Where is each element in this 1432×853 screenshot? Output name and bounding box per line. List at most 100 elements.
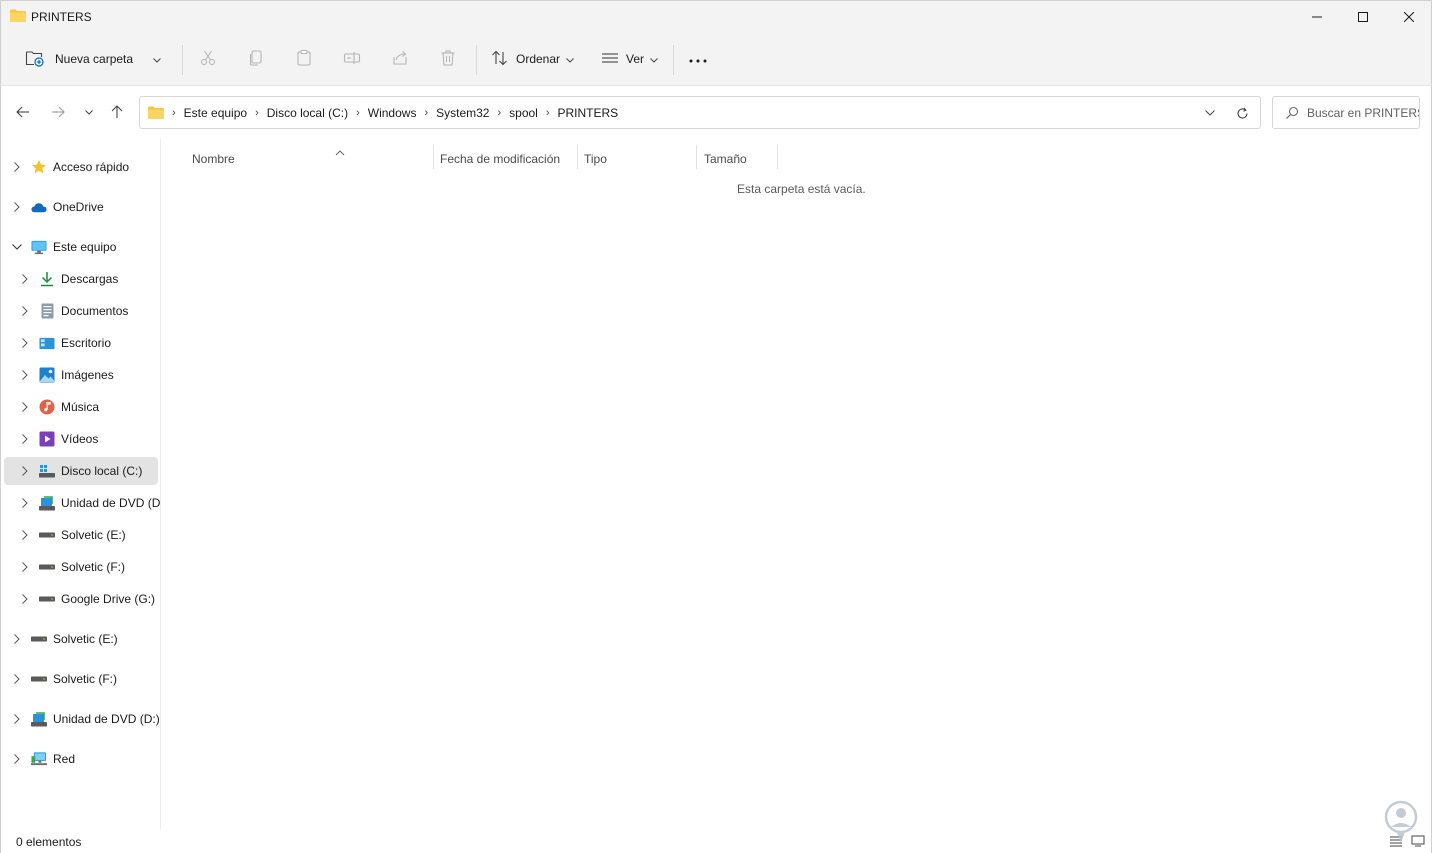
breadcrumb-item[interactable]: Disco local (C:) [263, 106, 352, 120]
chevron-right-icon[interactable] [12, 162, 22, 172]
cloud-icon [31, 199, 47, 215]
chevron-right-icon[interactable]: › [420, 107, 432, 119]
column-header-type[interactable]: Tipo [584, 145, 696, 173]
sidebar-item-label: Solvetic (E:) [61, 528, 126, 542]
chevron-right-icon[interactable]: › [352, 107, 364, 119]
sort-ascending-icon [335, 145, 345, 156]
drive-icon [39, 527, 55, 543]
refresh-button[interactable] [1232, 103, 1252, 123]
sidebar-item-solvetic-f[interactable]: Solvetic (F:) [4, 553, 158, 581]
up-button[interactable] [106, 101, 128, 123]
sort-button[interactable]: Ordenar [491, 43, 574, 75]
chevron-right-icon[interactable] [12, 674, 22, 684]
back-button[interactable] [12, 101, 34, 123]
chevron-right-icon[interactable] [20, 370, 30, 380]
trash-icon [439, 49, 457, 70]
cut-button[interactable] [199, 43, 217, 75]
chevron-right-icon[interactable] [20, 274, 30, 284]
chevron-right-icon[interactable] [20, 530, 30, 540]
paste-button[interactable] [295, 43, 313, 75]
sidebar-item-quick-access[interactable]: Acceso rápido [4, 153, 158, 181]
search-input[interactable] [1307, 97, 1419, 128]
new-folder-button[interactable]: Nueva carpeta [25, 43, 161, 75]
sidebar-item-videos[interactable]: Vídeos [4, 425, 158, 453]
chevron-right-icon[interactable] [20, 498, 30, 508]
sidebar-item-dvd-drive[interactable]: Unidad de DVD (D: [4, 489, 160, 517]
scissors-icon [199, 49, 217, 70]
chevron-right-icon[interactable] [20, 466, 30, 476]
chevron-right-icon[interactable] [20, 434, 30, 444]
address-history-button[interactable] [1200, 103, 1220, 123]
column-header-size[interactable]: Tamaño [704, 145, 777, 173]
sidebar-item-label: Escritorio [61, 336, 112, 350]
recent-locations-button[interactable] [78, 101, 100, 123]
chevron-right-icon[interactable]: › [168, 107, 180, 119]
copy-button[interactable] [247, 43, 265, 75]
column-divider[interactable] [777, 145, 778, 169]
view-button[interactable]: Ver [601, 43, 658, 75]
sidebar-item-downloads[interactable]: Descargas [4, 265, 158, 293]
share-icon [391, 49, 409, 70]
breadcrumb-item[interactable]: System32 [432, 106, 493, 120]
column-divider[interactable] [433, 145, 434, 169]
videos-icon [39, 431, 55, 447]
column-divider[interactable] [577, 145, 578, 169]
sidebar-item-desktop[interactable]: Escritorio [4, 329, 158, 357]
sidebar-item-onedrive[interactable]: OneDrive [4, 193, 158, 221]
more-options-button[interactable] [689, 43, 707, 75]
sidebar-item-dvd-drive-root[interactable]: Unidad de DVD (D:) [4, 705, 160, 733]
chevron-right-icon[interactable] [20, 562, 30, 572]
chevron-right-icon[interactable] [12, 202, 22, 212]
breadcrumb-item[interactable]: spool [505, 106, 542, 120]
sidebar-item-pictures[interactable]: Imágenes [4, 361, 158, 389]
column-header-label: Tipo [584, 152, 607, 166]
drive-icon [31, 671, 47, 687]
chevron-down-icon[interactable] [153, 52, 161, 66]
column-divider[interactable] [696, 145, 697, 169]
sidebar-item-label: OneDrive [53, 200, 104, 214]
breadcrumb-item-current[interactable]: PRINTERS [554, 106, 623, 120]
chevron-right-icon[interactable]: › [493, 107, 505, 119]
close-button[interactable] [1386, 1, 1432, 33]
chevron-down-icon[interactable] [12, 242, 22, 252]
sidebar-item-local-disk-c[interactable]: Disco local (C:) [4, 457, 158, 485]
search-box[interactable] [1272, 96, 1420, 129]
chevron-right-icon[interactable] [12, 714, 22, 724]
sidebar-item-solvetic-e-root[interactable]: Solvetic (E:) [4, 625, 158, 653]
forward-button[interactable] [47, 101, 69, 123]
column-header-name[interactable]: Nombre [192, 145, 434, 173]
sidebar-item-label: Google Drive (G:) [61, 592, 156, 606]
chevron-right-icon[interactable] [20, 402, 30, 412]
sidebar-item-google-drive-g[interactable]: Google Drive (G:) [4, 585, 158, 613]
sidebar-item-solvetic-e[interactable]: Solvetic (E:) [4, 521, 158, 549]
toolbar-separator [182, 45, 183, 75]
file-list: Nombre Fecha de modificación Tipo Tamaño… [162, 139, 1430, 829]
chevron-right-icon[interactable]: › [251, 107, 263, 119]
sidebar-item-documents[interactable]: Documentos [4, 297, 158, 325]
sidebar-item-this-pc[interactable]: Este equipo [4, 233, 158, 261]
chevron-right-icon[interactable] [20, 306, 30, 316]
column-header-modified[interactable]: Fecha de modificación [440, 145, 577, 173]
chevron-right-icon[interactable] [20, 594, 30, 604]
folder-icon [10, 9, 26, 22]
breadcrumb-item[interactable]: Windows [364, 106, 421, 120]
more-dots-icon [689, 52, 707, 66]
pictures-icon [39, 367, 55, 383]
chevron-right-icon[interactable] [12, 754, 22, 764]
breadcrumb-item[interactable]: Este equipo [180, 106, 251, 120]
chevron-right-icon[interactable]: › [542, 107, 554, 119]
share-button[interactable] [391, 43, 409, 75]
chevron-right-icon[interactable] [12, 634, 22, 644]
file-explorer-window: PRINTERS Nueva carpeta Ordenar Ver › Est… [0, 0, 1432, 853]
sidebar-item-label: Música [61, 400, 100, 414]
maximize-button[interactable] [1340, 1, 1386, 33]
title-bar: PRINTERS [1, 1, 1431, 33]
address-bar[interactable]: › Este equipo › Disco local (C:) › Windo… [139, 96, 1261, 129]
sidebar-item-network[interactable]: Red [4, 745, 158, 773]
delete-button[interactable] [439, 43, 457, 75]
sidebar-item-solvetic-f-root[interactable]: Solvetic (F:) [4, 665, 158, 693]
chevron-right-icon[interactable] [20, 338, 30, 348]
rename-button[interactable] [343, 43, 361, 75]
minimize-button[interactable] [1294, 1, 1340, 33]
sidebar-item-music[interactable]: Música [4, 393, 158, 421]
